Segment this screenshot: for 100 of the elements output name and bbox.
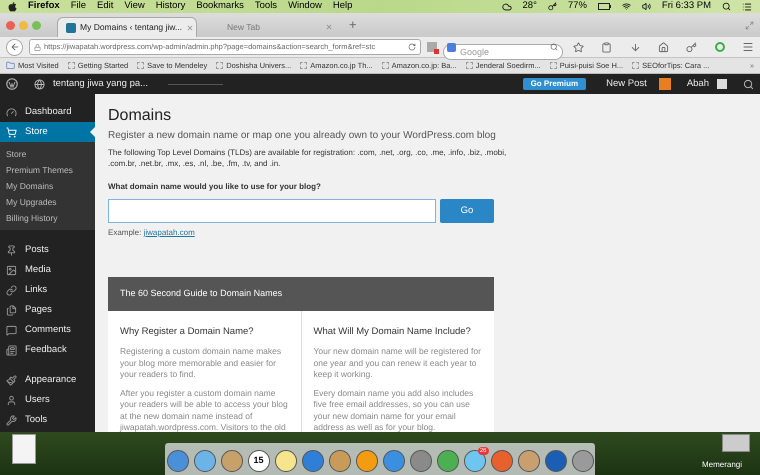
app-icon[interactable] [166, 450, 188, 472]
submenu-item[interactable]: Store [0, 146, 95, 162]
menu-icon[interactable] [742, 41, 754, 53]
wordpress-logo[interactable] [6, 78, 18, 90]
close-tab-icon[interactable] [325, 23, 333, 31]
temperature: 28° [522, 0, 537, 14]
sidebar-item[interactable]: Dashboard [0, 102, 95, 122]
search-icon[interactable] [722, 2, 731, 11]
new-post-link[interactable]: New Post [606, 76, 647, 92]
page-subtitle: Register a new domain name or map one you already own to your WordPress.com blog [108, 129, 497, 143]
app-icon[interactable] [410, 450, 432, 472]
app-icon[interactable] [302, 450, 324, 472]
guide-paragraph: After you register a custom domain name your readers will be able to access your blog at the new domain name instead of jiwapatah.wordpress.com. Visitors to the old [120, 388, 288, 432]
wifi-icon[interactable] [622, 2, 631, 11]
app-icon[interactable] [518, 450, 540, 472]
back-arrow-icon [10, 42, 20, 52]
close-window-button[interactable] [6, 20, 15, 30]
app-icon[interactable] [356, 450, 378, 472]
reload-icon[interactable] [408, 43, 416, 51]
sidebar-item[interactable]: Pages [0, 300, 95, 320]
menu-item[interactable]: File [70, 0, 86, 14]
document-icon[interactable] [722, 434, 750, 452]
file-name: Memerangi [702, 459, 742, 471]
sidebar-item[interactable]: Links [0, 280, 95, 300]
example-label: Example: [108, 228, 142, 237]
globe-icon[interactable] [34, 78, 45, 90]
page-icon [632, 62, 640, 69]
submenu-item[interactable]: My Upgrades [0, 194, 95, 210]
app-icon[interactable] [572, 450, 594, 472]
sidebar-item[interactable]: Comments [0, 320, 95, 340]
app-icon[interactable] [490, 450, 512, 472]
guide-paragraph: Every domain name you add also includes five free email addresses, so you can use your new domain name for your email address as well as for your blog. [314, 388, 474, 432]
new-tab-button[interactable]: + [349, 15, 357, 35]
sidebar-item[interactable]: Tools [0, 410, 95, 430]
guide-header: The 60 Second Guide to Domain Names [108, 277, 494, 311]
fullscreen-icon[interactable] [745, 20, 754, 30]
menu-item[interactable]: Help [332, 0, 352, 14]
search-icon[interactable] [743, 78, 754, 90]
search-icon[interactable] [550, 43, 558, 51]
back-button[interactable] [6, 38, 23, 56]
go-button[interactable]: Go [440, 199, 494, 223]
notifications-icon[interactable] [658, 78, 671, 90]
folder-icon [6, 61, 15, 70]
user-name-link[interactable]: Abah [686, 76, 709, 92]
submenu-item[interactable]: Premium Themes [0, 162, 95, 178]
home-icon[interactable] [658, 42, 669, 52]
key-icon[interactable] [548, 2, 557, 11]
app-icon[interactable] [436, 450, 458, 472]
guide-heading: Why Register a Domain Name? [120, 325, 255, 339]
site-name-link[interactable]: tentang jiwa yang pa... [53, 76, 148, 92]
cart-icon [6, 126, 17, 138]
sync-icon[interactable] [714, 42, 725, 52]
app-icon[interactable] [328, 450, 350, 472]
menu-item[interactable]: View [124, 0, 145, 14]
addon-icon[interactable] [427, 42, 437, 52]
domain-question: What domain name would you like to use for your blog? [108, 181, 322, 193]
clock: Fri 6:33 PM [662, 0, 711, 14]
apple-icon[interactable] [8, 2, 17, 12]
app-icon[interactable] [220, 450, 242, 472]
search-engine-icon[interactable] [447, 42, 456, 52]
menu-item[interactable]: Edit [97, 0, 114, 14]
go-premium-button[interactable]: Go Premium [522, 78, 586, 90]
submenu-item[interactable]: My Domains [0, 178, 95, 194]
app-icon[interactable] [274, 450, 296, 472]
speaker-icon[interactable] [642, 2, 651, 11]
page-icon [300, 62, 308, 69]
document-icon[interactable] [12, 434, 36, 464]
calendar-icon[interactable]: 15 [248, 450, 270, 472]
download-icon[interactable] [630, 42, 641, 52]
menu-item[interactable]: Window [288, 0, 322, 14]
sidebar-item[interactable]: Posts [0, 240, 95, 260]
pin-icon [6, 244, 17, 256]
sidebar-item[interactable]: Appearance [0, 370, 95, 390]
cloud-icon[interactable] [502, 2, 512, 12]
page-icon [68, 62, 75, 69]
guide-heading: What Will My Domain Name Include? [314, 325, 472, 339]
page-title: Domains [108, 106, 172, 126]
battery-icon[interactable] [598, 3, 611, 10]
app-icon[interactable] [194, 450, 216, 472]
app-icon[interactable] [544, 450, 566, 472]
sidebar-item[interactable]: Feedback [0, 340, 95, 360]
close-tab-icon[interactable] [186, 24, 194, 32]
guide-paragraph: Registering a custom domain name makes your blog more memorable and easier for your readers to find. [120, 346, 282, 381]
link-icon [6, 284, 17, 296]
domain-input[interactable] [108, 199, 436, 223]
app-icon[interactable] [382, 450, 404, 472]
list-icon[interactable] [742, 2, 752, 12]
example-link[interactable]: jiwapatah.com [144, 228, 195, 237]
search-field[interactable]: Google [443, 44, 563, 60]
menu-item[interactable]: Firefox [28, 0, 60, 14]
sidebar-item[interactable]: Users [0, 390, 95, 410]
menu-item[interactable]: Bookmarks [196, 0, 244, 14]
submenu-item[interactable]: Billing History [0, 210, 95, 226]
sidebar-item[interactable]: Store [0, 122, 95, 142]
sidebar-item[interactable]: Media [0, 260, 95, 280]
clipboard-icon[interactable] [601, 42, 612, 52]
menu-item[interactable]: Tools [254, 0, 278, 14]
browser-tab[interactable]: My Domains ‹ tentang jiw... [57, 17, 197, 37]
menu-item[interactable]: History [156, 0, 186, 14]
star-icon[interactable] [573, 42, 584, 52]
